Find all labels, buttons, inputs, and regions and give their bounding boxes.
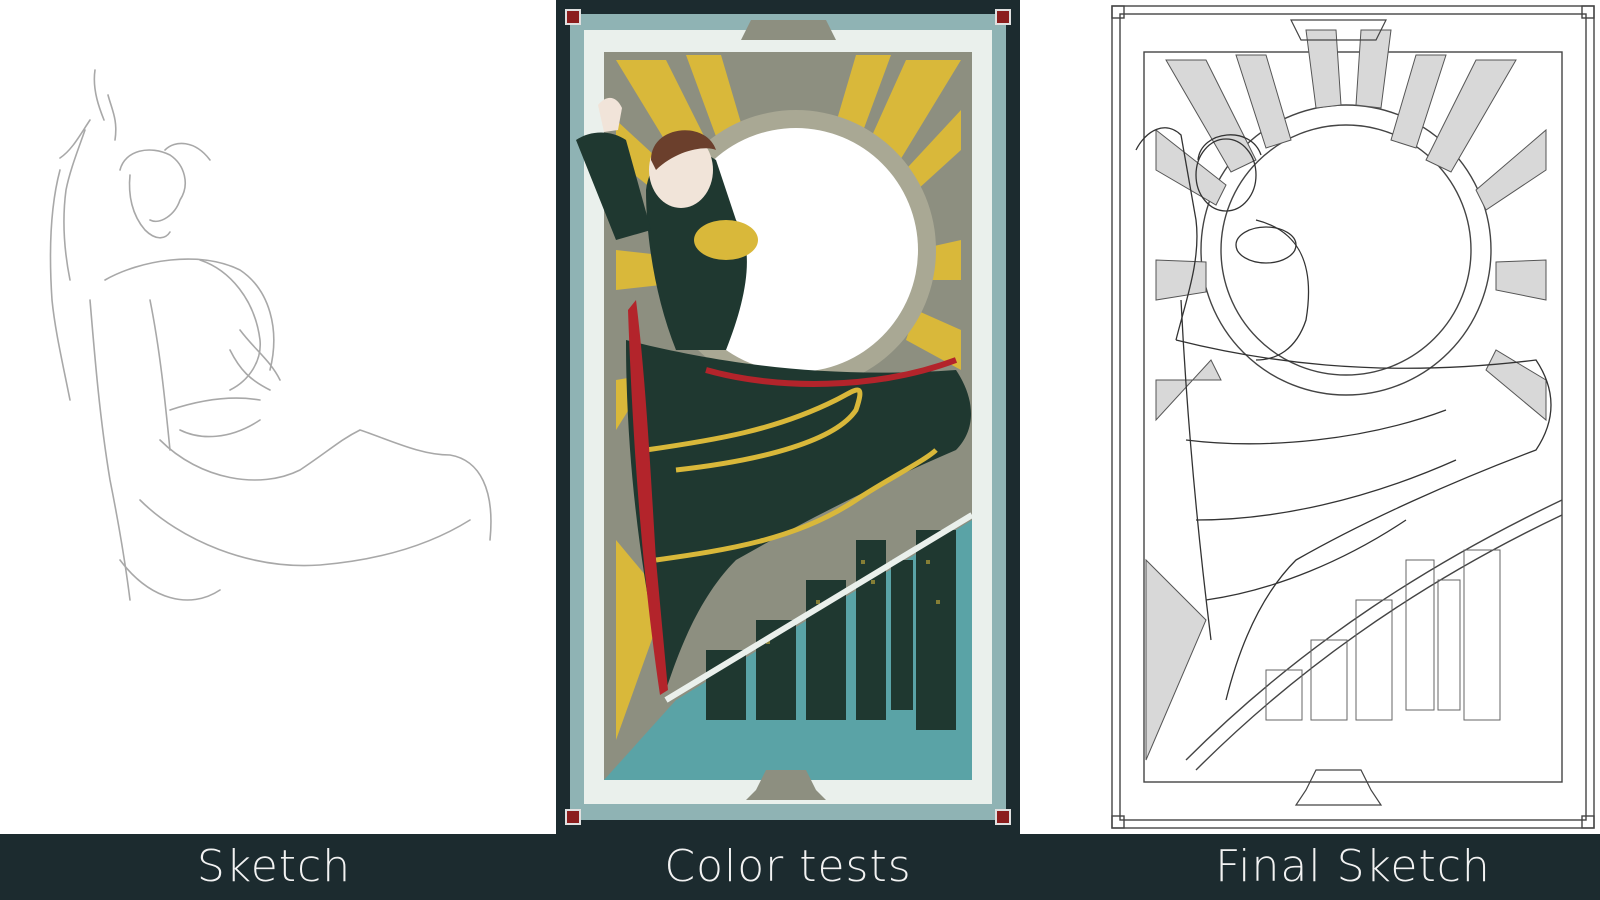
final-sketch-caption: Final Sketch: [1215, 841, 1491, 892]
sketch-illustration: [49, 69, 492, 601]
caption-bar: Sketch Color tests Final Sketch: [0, 834, 1600, 900]
sketch-panel: [0, 0, 548, 834]
color-test-illustration: [560, 4, 1016, 830]
final-sketch-panel: [1106, 0, 1600, 834]
final-sketch-illustration: [1111, 5, 1595, 829]
color-test-panel: [556, 0, 1020, 834]
color-tests-caption: Color tests: [664, 841, 912, 892]
sketch-caption: Sketch: [196, 841, 352, 892]
